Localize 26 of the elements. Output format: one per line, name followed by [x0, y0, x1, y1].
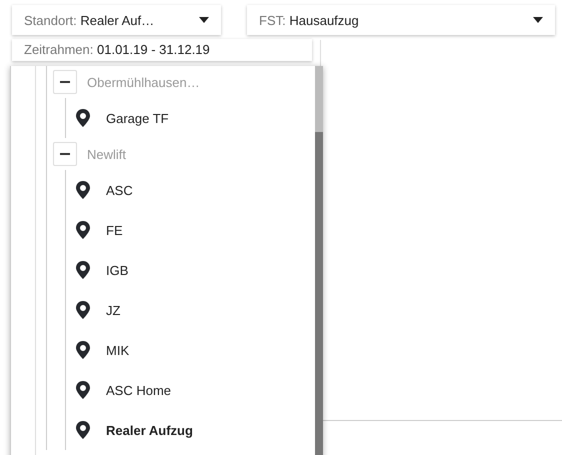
location-item[interactable]: Garage TF [76, 98, 315, 138]
collapse-toggle[interactable] [53, 142, 77, 166]
map-pin-icon [76, 301, 90, 319]
map-pin-icon [76, 381, 90, 399]
collapse-toggle[interactable] [53, 70, 77, 94]
scrollbar[interactable] [315, 66, 323, 455]
map-pin-icon [76, 221, 90, 239]
caret-icon [533, 17, 543, 23]
timeframe-dropdown[interactable]: Zeitrahmen: 01.01.19 - 31.12.19 [12, 39, 312, 61]
caret-icon [199, 17, 209, 23]
map-pin-icon [76, 181, 90, 199]
group-label: Newlift [87, 146, 126, 162]
map-pin-icon [76, 341, 90, 359]
location-item[interactable]: ASC [76, 170, 315, 210]
group-label: Obermühlhausen… [87, 74, 200, 90]
filter-dropdown[interactable]: FST: Hausaufzug [247, 5, 555, 35]
location-item[interactable]: ASC Home [76, 370, 315, 410]
map-pin-icon [76, 261, 90, 279]
location-item[interactable]: MIK [76, 330, 315, 370]
map-pin-icon [76, 421, 90, 439]
location-item[interactable]: FE [76, 210, 315, 250]
location-item[interactable]: IGB [76, 250, 315, 290]
location-item[interactable]: JZ [76, 290, 315, 330]
map-pin-icon [76, 109, 90, 127]
location-item[interactable]: Realer Aufzug [76, 410, 315, 450]
filter-dropdown[interactable]: Standort: Realer Auf… [12, 5, 221, 35]
